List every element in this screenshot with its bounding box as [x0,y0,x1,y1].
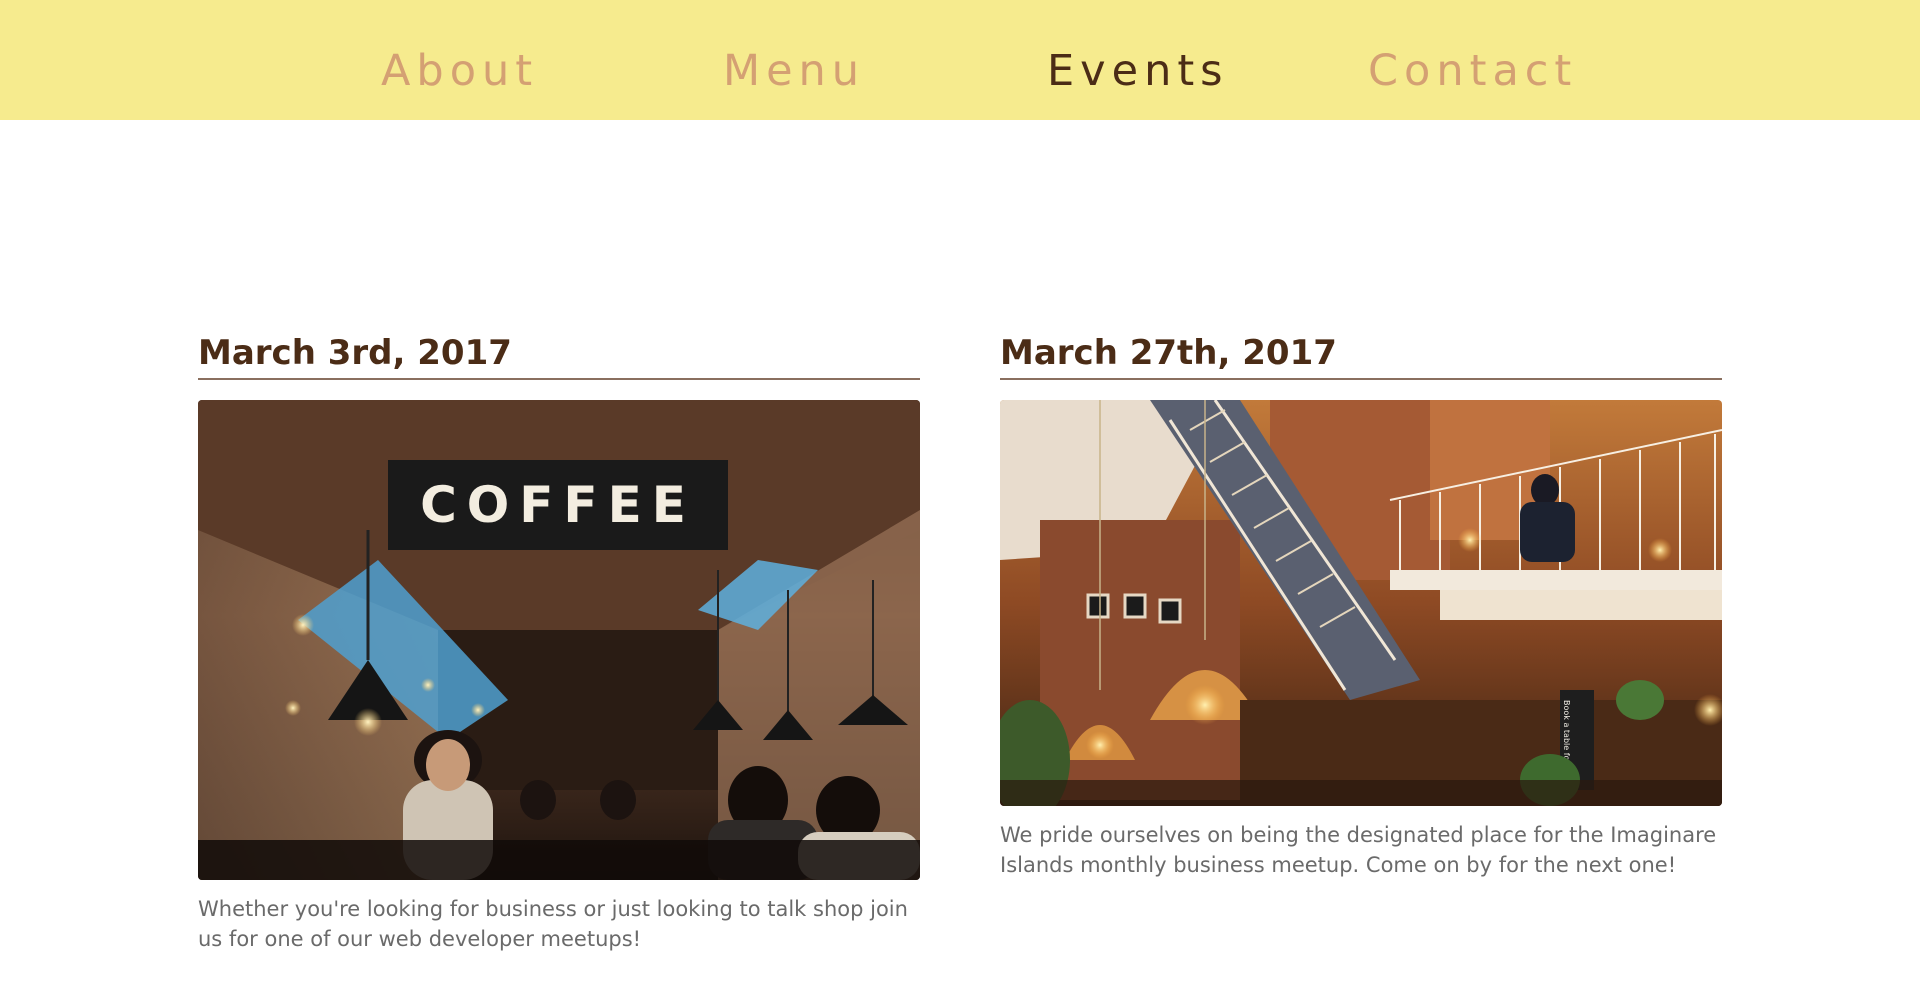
event-photo-coffee-shop: COFFEE [198,400,920,880]
nav-link-menu[interactable]: Menu [723,42,865,100]
event-description: Whether you're looking for business or j… [198,897,908,951]
event-description: We pride ourselves on being the designat… [1000,823,1717,877]
event-card-march-3: March 3rd, 2017 COFFEE Whether you're lo… [198,330,920,954]
navbar: About Menu Events Contact [0,0,1920,120]
event-card-march-27: March 27th, 2017 Book a table for Dinner… [1000,330,1722,880]
event-photo-restaurant-interior: Book a table for Dinner [1000,400,1722,806]
nav-link-events[interactable]: Events [1047,42,1229,100]
divider [1000,378,1722,380]
coffee-sign-text: COFFEE [420,476,696,534]
event-date: March 3rd, 2017 [198,333,512,373]
nav-link-contact[interactable]: Contact [1368,42,1577,100]
event-date: March 27th, 2017 [1000,333,1337,373]
nav-link-about[interactable]: About [381,42,538,100]
divider [198,378,920,380]
